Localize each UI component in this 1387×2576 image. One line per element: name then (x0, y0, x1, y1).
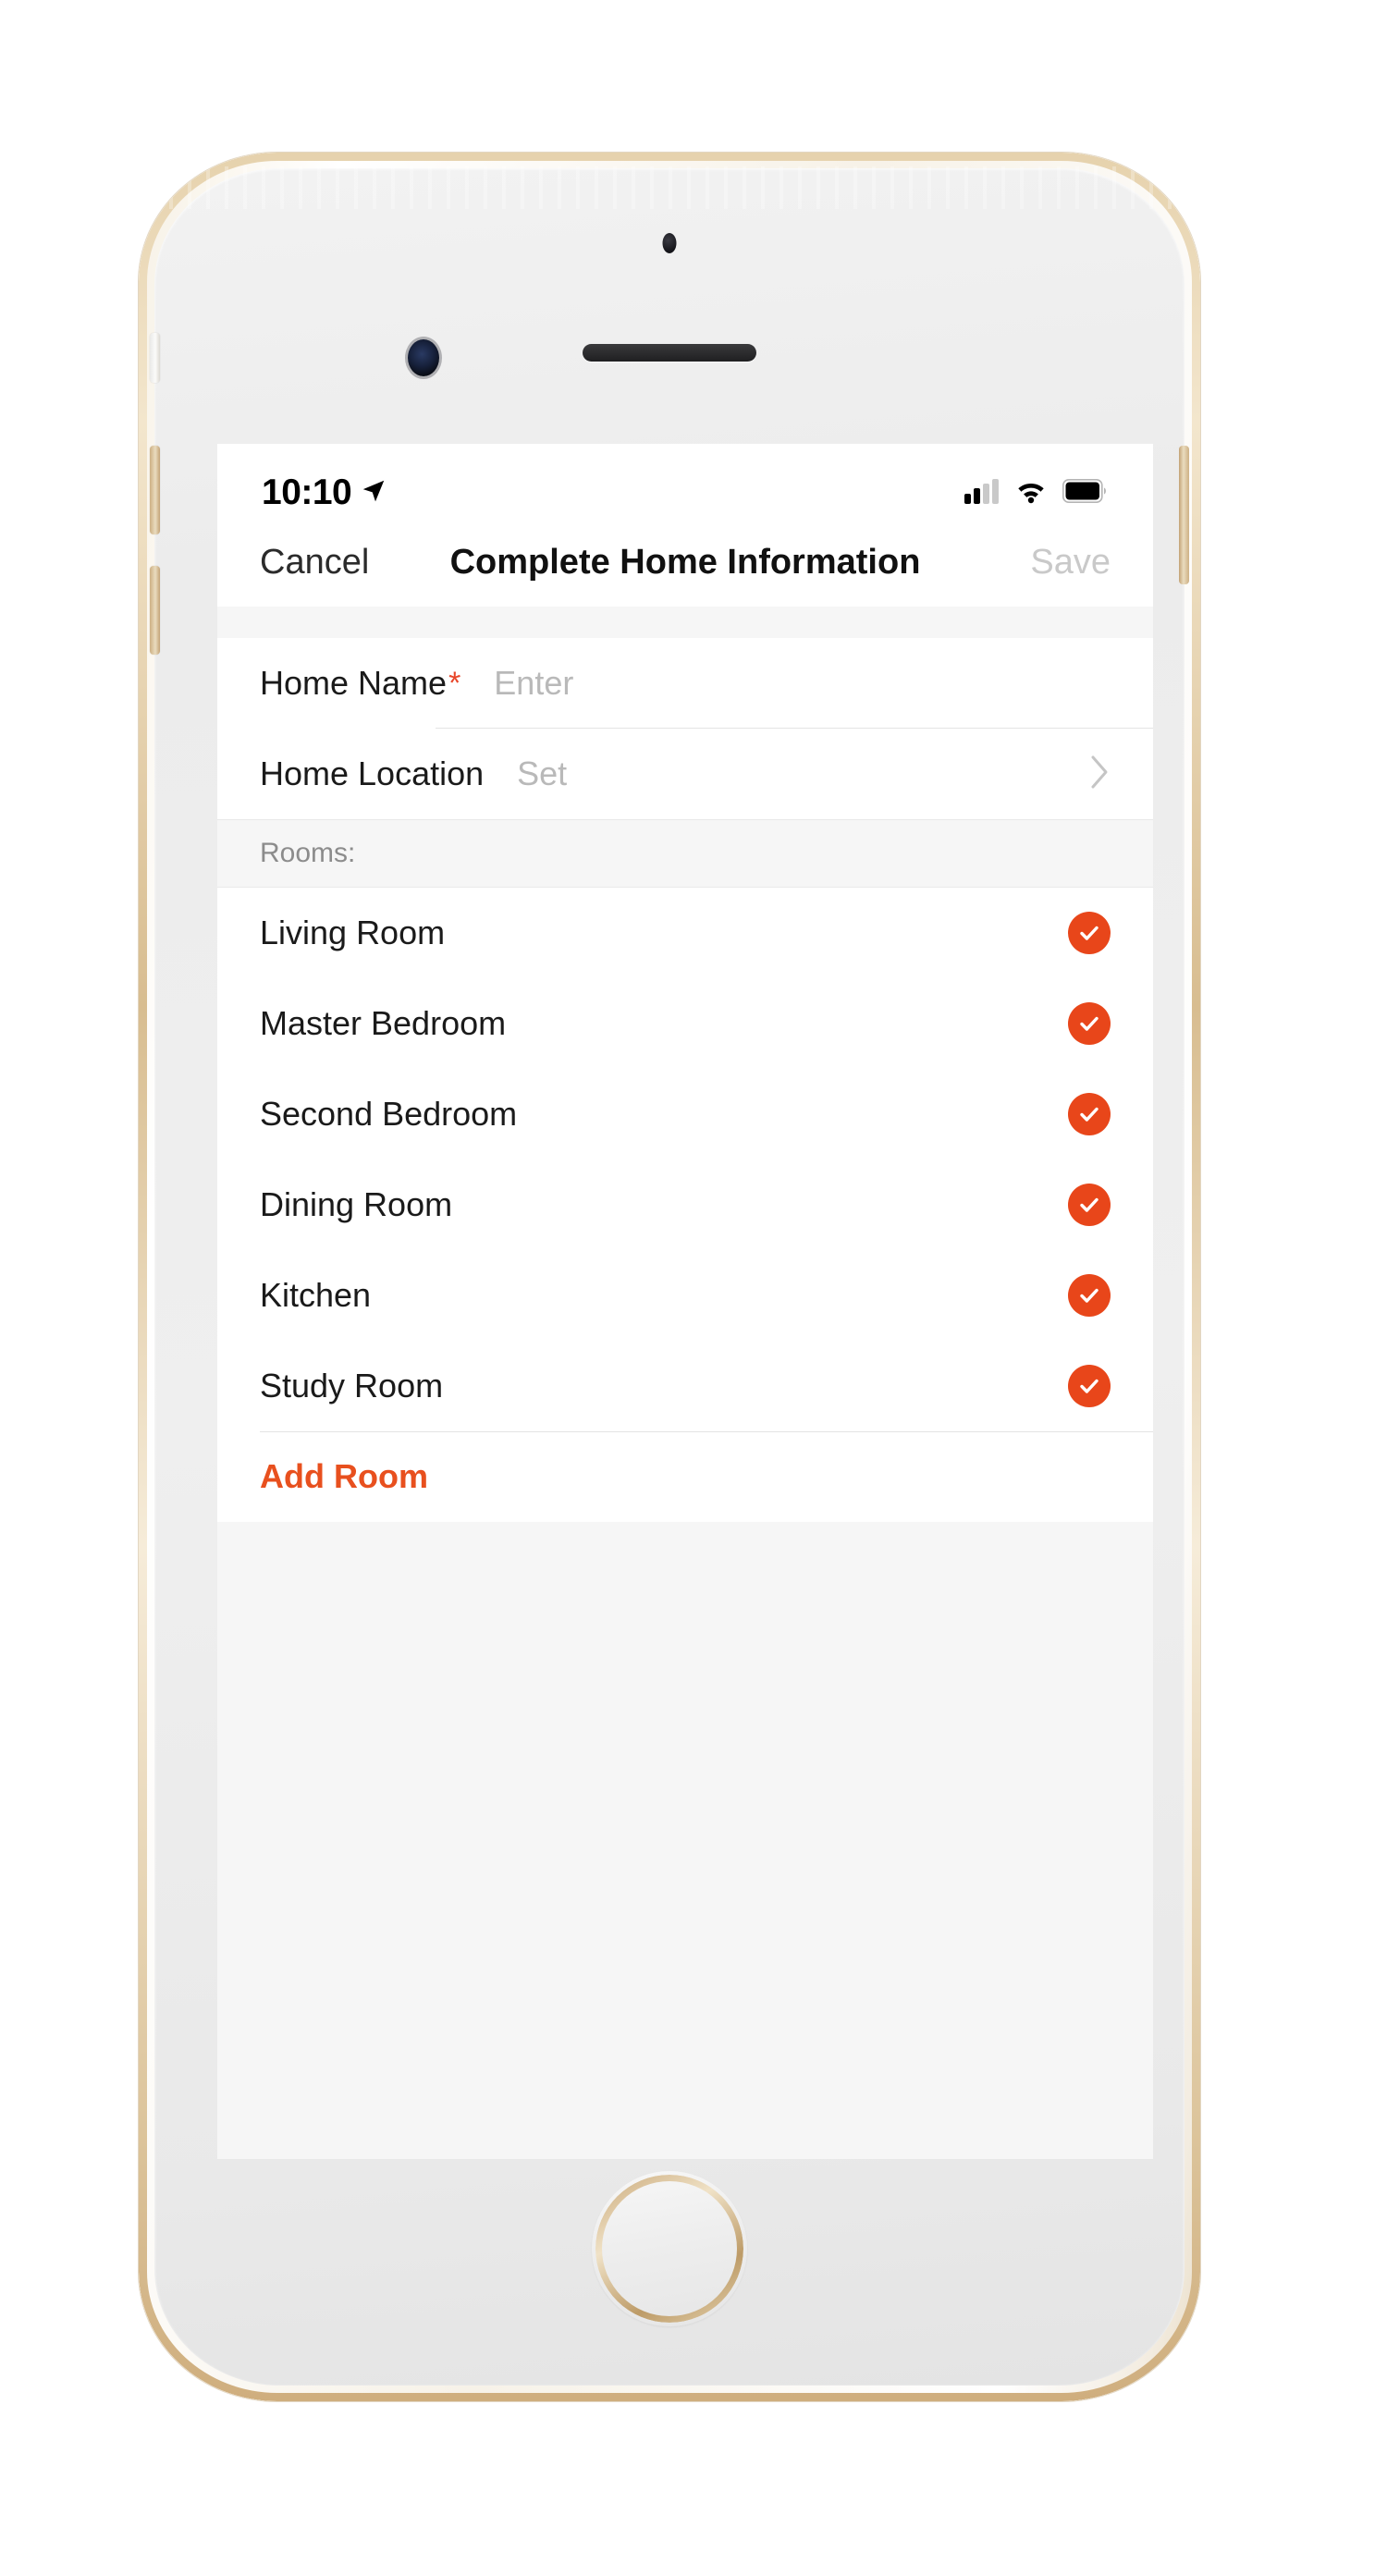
check-circle-icon[interactable] (1068, 912, 1111, 954)
room-label: Dining Room (260, 1185, 453, 1223)
mute-switch-button[interactable] (150, 333, 160, 383)
home-name-label: Home Name (260, 664, 448, 702)
rooms-section-title: Rooms: (260, 838, 356, 868)
content-bottom-spacer (217, 1522, 1153, 2159)
chevron-right-icon (1088, 754, 1111, 795)
status-bar: 10:10 (217, 444, 1153, 527)
home-info-form: Home Name * Enter Home Location Set (217, 638, 1153, 819)
home-location-value[interactable]: Set (517, 754, 567, 793)
home-name-input-wrap[interactable]: Enter (494, 664, 1111, 703)
list-item[interactable]: Living Room (217, 888, 1153, 978)
add-room-button[interactable]: Add Room (217, 1431, 1153, 1522)
iphone-device-frame: 10:10 Cancel Complete Home Information S… (139, 153, 1200, 2401)
screenshot-stage: 10:10 Cancel Complete Home Information S… (0, 0, 1387, 2576)
list-item[interactable]: Study Room (217, 1341, 1153, 1431)
status-bar-left: 10:10 (262, 472, 387, 513)
check-circle-icon[interactable] (1068, 1365, 1111, 1407)
status-bar-clock: 10:10 (262, 472, 352, 512)
front-camera-icon (408, 339, 439, 376)
add-room-separator (260, 1431, 1153, 1432)
earpiece-speaker-icon (583, 344, 756, 362)
rooms-section-header: Rooms: (217, 819, 1153, 888)
required-asterisk: * (448, 665, 461, 701)
device-screen: 10:10 Cancel Complete Home Information S… (217, 444, 1153, 2159)
room-label: Study Room (260, 1367, 444, 1405)
list-item[interactable]: Kitchen (217, 1250, 1153, 1341)
check-circle-icon[interactable] (1068, 1274, 1111, 1317)
check-circle-icon[interactable] (1068, 1184, 1111, 1226)
home-name-row[interactable]: Home Name * Enter (217, 638, 1153, 729)
room-label: Second Bedroom (260, 1095, 518, 1133)
device-front-panel: 10:10 Cancel Complete Home Information S… (150, 166, 1189, 2386)
location-arrow-icon (360, 477, 387, 509)
power-button[interactable] (1179, 446, 1189, 584)
rooms-list: Living Room Master Bedroom Second Bedroo… (217, 888, 1153, 1522)
save-button[interactable]: Save (1030, 543, 1111, 583)
content-top-spacer (217, 607, 1153, 638)
proximity-sensor-icon (662, 233, 677, 253)
cellular-signal-icon (964, 478, 1000, 509)
room-label: Kitchen (260, 1276, 372, 1314)
home-location-row[interactable]: Home Location Set (217, 729, 1153, 819)
navigation-bar: Cancel Complete Home Information Save (217, 527, 1153, 607)
room-label: Master Bedroom (260, 1004, 507, 1042)
cancel-button[interactable]: Cancel (260, 543, 369, 583)
home-location-label: Home Location (260, 754, 485, 792)
room-label: Living Room (260, 914, 446, 951)
wifi-icon (1014, 478, 1048, 509)
status-bar-right (964, 478, 1109, 509)
check-circle-icon[interactable] (1068, 1093, 1111, 1135)
volume-down-button[interactable] (150, 566, 160, 655)
battery-full-icon (1062, 478, 1109, 508)
home-location-value-wrap[interactable]: Set (517, 754, 1088, 793)
list-item[interactable]: Second Bedroom (217, 1069, 1153, 1159)
home-name-input[interactable]: Enter (494, 664, 573, 703)
volume-up-button[interactable] (150, 446, 160, 534)
list-item[interactable]: Dining Room (217, 1159, 1153, 1250)
antenna-band (154, 166, 1184, 209)
list-item[interactable]: Master Bedroom (217, 978, 1153, 1069)
add-room-section: Add Room (217, 1431, 1153, 1522)
home-button[interactable] (592, 2171, 747, 2326)
add-room-label: Add Room (260, 1457, 428, 1495)
check-circle-icon[interactable] (1068, 1002, 1111, 1045)
